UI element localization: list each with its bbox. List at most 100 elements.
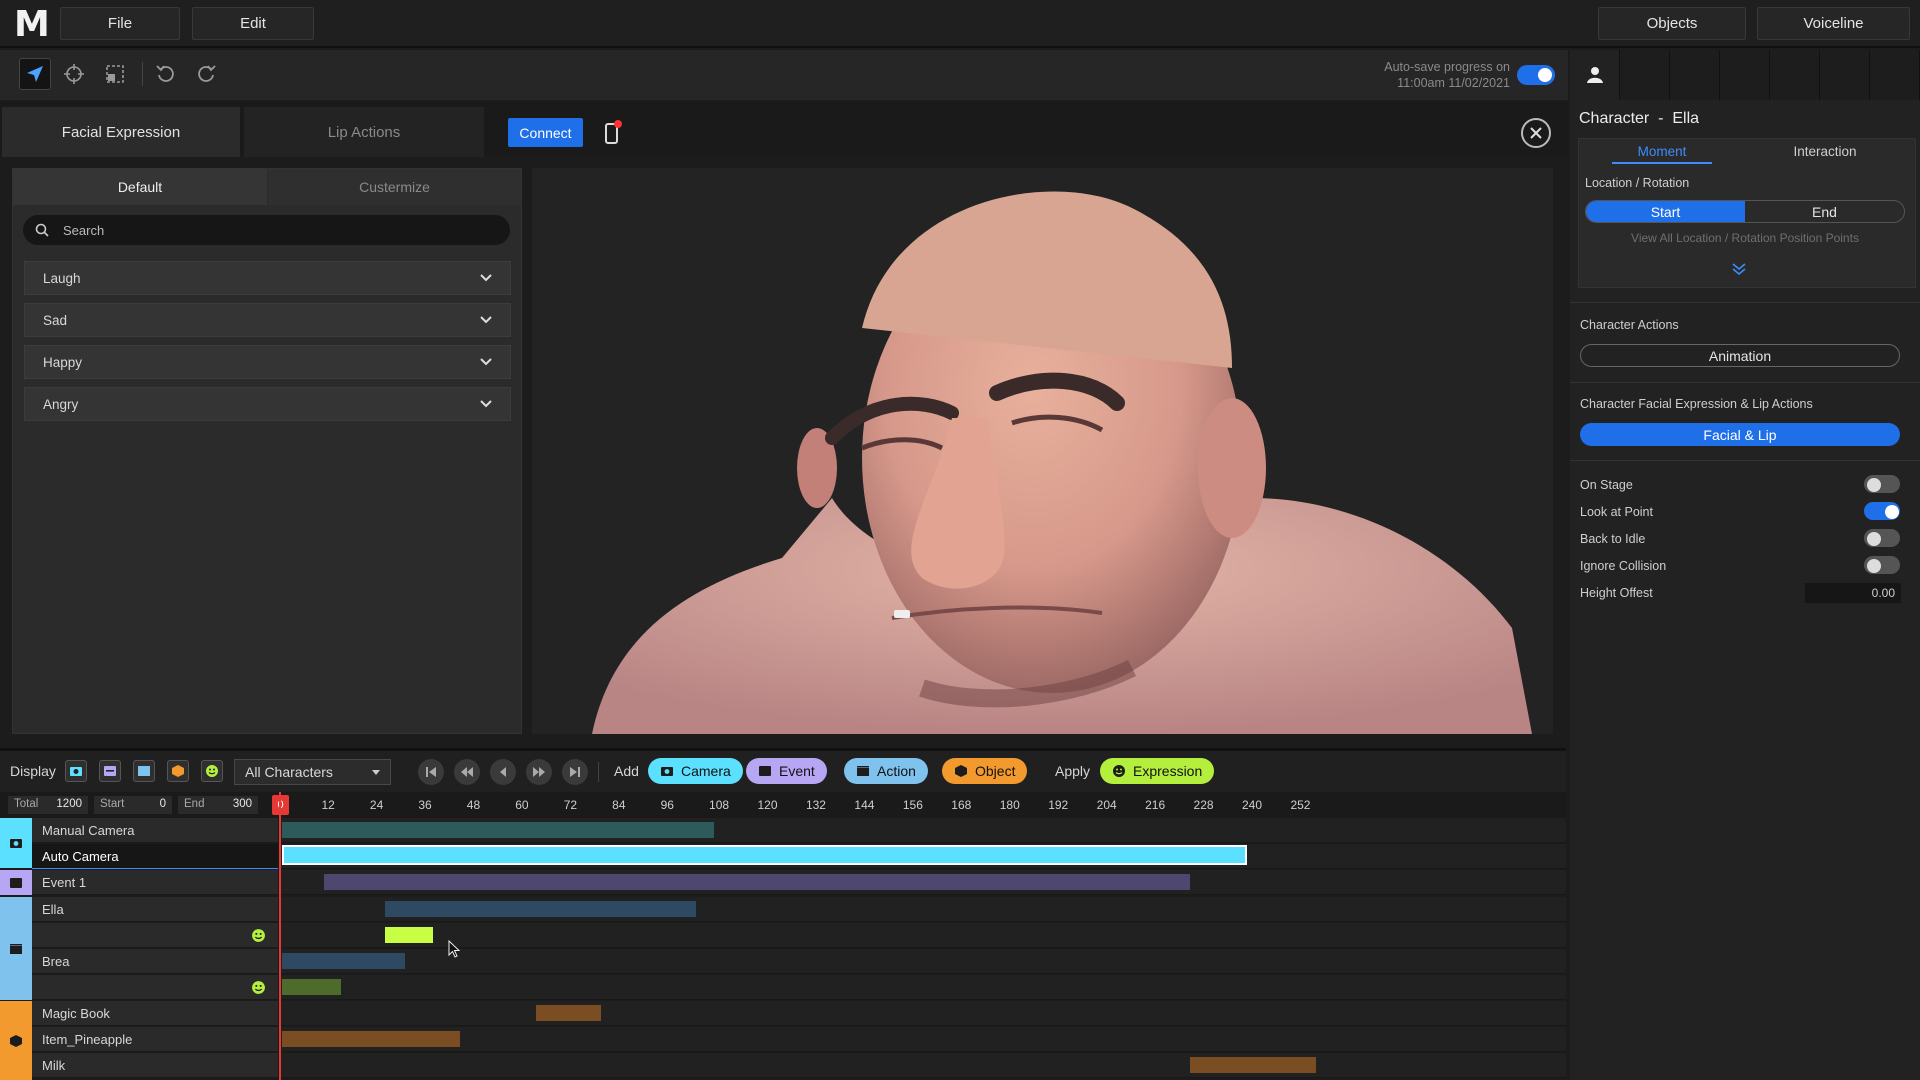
track-name[interactable]: Manual Camera <box>32 818 278 843</box>
apply-expression-button[interactable]: Expression <box>1100 758 1215 784</box>
track-clip[interactable] <box>282 822 714 838</box>
on-stage-toggle[interactable] <box>1864 475 1900 493</box>
track-name[interactable]: Brea <box>32 949 278 974</box>
track-clip[interactable] <box>384 901 696 917</box>
track-clip[interactable] <box>324 874 1191 890</box>
track-name[interactable]: Auto Camera <box>32 844 278 869</box>
expression-happy[interactable]: Happy <box>24 345 511 379</box>
total-field[interactable]: Total 1200 <box>8 796 88 814</box>
animation-button[interactable]: Animation <box>1580 344 1900 367</box>
skip-start-icon[interactable] <box>418 759 444 785</box>
expression-angry[interactable]: Angry <box>24 387 511 421</box>
file-menu[interactable]: File <box>60 7 180 40</box>
skip-end-icon[interactable] <box>562 759 588 785</box>
fast-forward-icon[interactable] <box>526 759 552 785</box>
ruler-tick-label: 156 <box>902 798 923 812</box>
start-field[interactable]: Start 0 <box>94 796 172 814</box>
track-name[interactable]: Item_Pineapple <box>32 1027 278 1052</box>
rewind-icon[interactable] <box>454 759 480 785</box>
track-lane[interactable] <box>280 1053 1566 1078</box>
add-object-button[interactable]: Object <box>942 758 1028 784</box>
add-event-button[interactable]: Event <box>746 758 827 784</box>
tab-character-icon[interactable] <box>1570 50 1620 100</box>
track-name[interactable]: Milk <box>32 1053 278 1078</box>
voiceline-button[interactable]: Voiceline <box>1757 7 1910 40</box>
app-logo: M <box>14 4 50 45</box>
track-clip[interactable] <box>282 845 1247 865</box>
search-input[interactable]: Search <box>23 215 510 245</box>
track-name[interactable]: Event 1 <box>32 870 278 895</box>
track-lane[interactable] <box>280 844 1566 869</box>
phone-icon[interactable] <box>603 120 623 146</box>
start-button[interactable]: Start <box>1586 201 1745 222</box>
autosave-toggle[interactable] <box>1517 65 1555 85</box>
tab-moment[interactable]: Moment <box>1612 144 1712 164</box>
ignore-collision-toggle[interactable] <box>1864 556 1900 574</box>
add-action-button[interactable]: Action <box>844 758 928 784</box>
track-lane[interactable] <box>280 897 1566 922</box>
view-all-points-link[interactable]: View All Location / Rotation Position Po… <box>1585 231 1905 245</box>
display-expression-icon[interactable] <box>201 760 223 782</box>
tab-lip-actions[interactable]: Lip Actions <box>244 107 484 157</box>
track-lane[interactable] <box>280 975 1566 1000</box>
inspector-tab-6[interactable] <box>1820 50 1870 100</box>
expression-sad[interactable]: Sad <box>24 303 511 337</box>
undo-icon[interactable] <box>150 58 182 90</box>
inspector-tab-7[interactable] <box>1870 50 1920 100</box>
track-lane[interactable] <box>280 1001 1566 1026</box>
track-lane[interactable] <box>280 818 1566 843</box>
subtab-default[interactable]: Default <box>13 169 267 205</box>
display-event-icon[interactable] <box>99 760 121 782</box>
track-clip[interactable] <box>1190 1057 1316 1073</box>
add-camera-button[interactable]: Camera <box>648 758 743 784</box>
scale-tool-icon[interactable] <box>99 58 131 90</box>
close-icon[interactable] <box>1521 118 1551 148</box>
track-clip[interactable] <box>282 1031 460 1047</box>
inspector-tab-4[interactable] <box>1720 50 1770 100</box>
mouse-cursor-icon <box>448 940 460 958</box>
connect-button[interactable]: Connect <box>508 118 583 147</box>
character-viewport[interactable] <box>532 168 1553 734</box>
inspector-tab-5[interactable] <box>1770 50 1820 100</box>
track-clip[interactable] <box>536 1005 601 1021</box>
facial-lip-label: Character Facial Expression & Lip Action… <box>1580 397 1813 411</box>
display-object-icon[interactable] <box>167 760 189 782</box>
track-lane[interactable] <box>280 949 1566 974</box>
back-to-idle-toggle[interactable] <box>1864 529 1900 547</box>
track-clip[interactable] <box>282 979 341 995</box>
move-tool-icon[interactable] <box>58 58 90 90</box>
expression-laugh[interactable]: Laugh <box>24 261 511 295</box>
redo-icon[interactable] <box>190 58 222 90</box>
track-clip[interactable] <box>384 927 434 943</box>
track-lane[interactable] <box>280 870 1566 895</box>
expression-track-smiley-icon <box>251 980 266 995</box>
edit-menu[interactable]: Edit <box>192 7 314 40</box>
look-at-point-toggle[interactable] <box>1864 502 1900 520</box>
tab-facial-expression[interactable]: Facial Expression <box>2 107 240 157</box>
inspector-tab-2[interactable] <box>1620 50 1670 100</box>
end-button[interactable]: End <box>1745 201 1904 222</box>
track-lane[interactable] <box>280 923 1566 948</box>
height-offset-input[interactable]: 0.00 <box>1805 583 1901 603</box>
select-tool-icon[interactable] <box>19 58 51 90</box>
track-name[interactable]: Magic Book <box>32 1001 278 1026</box>
track-lane[interactable] <box>280 1027 1566 1052</box>
display-camera-icon[interactable] <box>65 760 87 782</box>
track-name[interactable] <box>32 975 278 1000</box>
double-chevron-down-icon[interactable] <box>1731 262 1747 276</box>
start-value: 0 <box>159 798 166 810</box>
step-back-icon[interactable] <box>490 759 516 785</box>
character-filter-value: All Characters <box>245 764 333 780</box>
tab-interaction[interactable]: Interaction <box>1775 144 1875 159</box>
end-field[interactable]: End 300 <box>178 796 258 814</box>
inspector-tab-3[interactable] <box>1670 50 1720 100</box>
track-name[interactable] <box>32 923 278 948</box>
track-clip[interactable] <box>282 953 406 969</box>
camera-icon <box>661 767 673 776</box>
track-name[interactable]: Ella <box>32 897 278 922</box>
display-action-icon[interactable] <box>133 760 155 782</box>
facial-lip-button[interactable]: Facial & Lip <box>1580 423 1900 446</box>
subtab-customize[interactable]: Custermize <box>268 169 521 205</box>
character-filter-select[interactable]: All Characters <box>234 759 391 785</box>
objects-button[interactable]: Objects <box>1598 7 1746 40</box>
